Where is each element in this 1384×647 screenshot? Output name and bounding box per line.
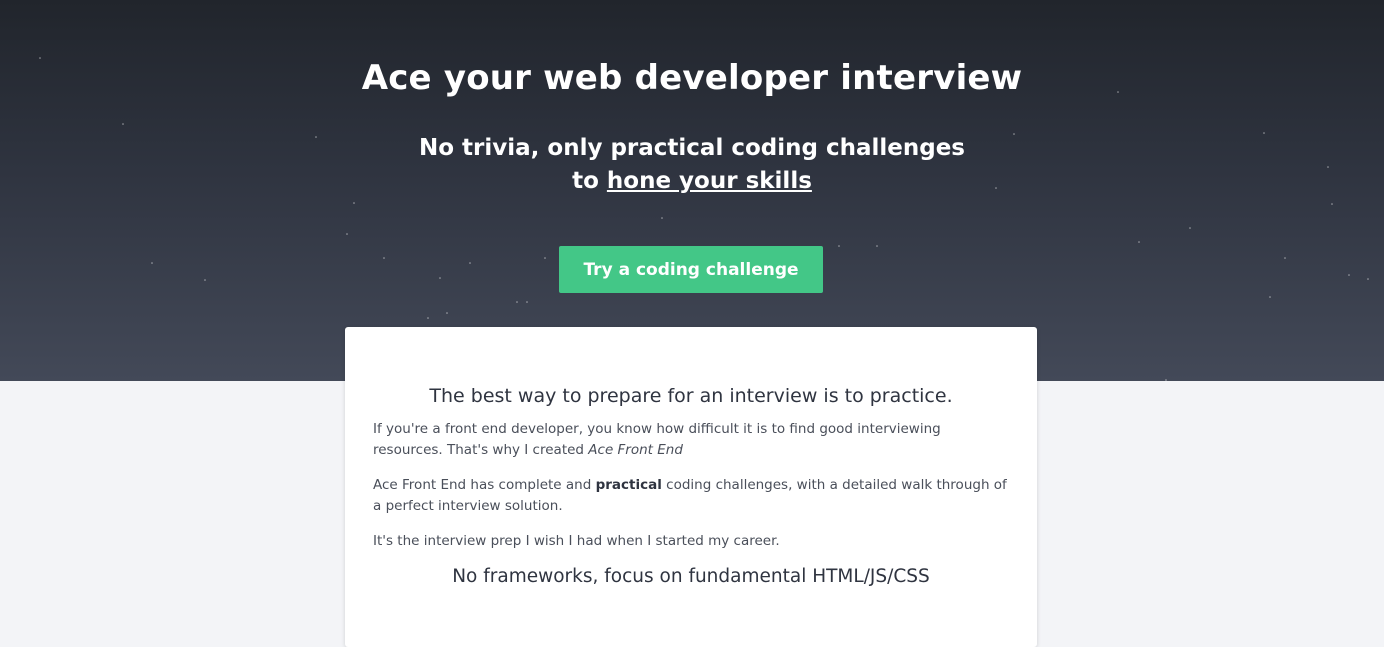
hero-subtitle-to: to <box>572 168 607 194</box>
intro-paragraph-2-before: Ace Front End has complete and <box>373 477 596 493</box>
practical-emphasis: practical <box>595 477 662 493</box>
intro-paragraph-1: If you're a front end developer, you kno… <box>373 419 1009 461</box>
intro-card: The best way to prepare for an interview… <box>345 327 1037 647</box>
hone-skills-link[interactable]: hone your skills <box>607 168 812 194</box>
product-name-emphasis: Ace Front End <box>588 442 683 458</box>
card-heading: The best way to prepare for an interview… <box>429 385 953 407</box>
try-coding-challenge-button[interactable]: Try a coding challenge <box>559 246 823 293</box>
hero-subtitle-line2: to hone your skills <box>0 165 1384 198</box>
hero-section: Ace your web developer interview No triv… <box>0 0 1384 381</box>
card-sub-heading: No frameworks, focus on fundamental HTML… <box>452 566 930 587</box>
hero-subtitle-line1: No trivia, only practical coding challen… <box>418 135 965 161</box>
hero-title: Ace your web developer interview <box>361 58 1023 98</box>
intro-paragraph-3: It's the interview prep I wish I had whe… <box>373 533 780 549</box>
intro-paragraph-2: Ace Front End has complete and practical… <box>373 475 1009 517</box>
hero-subtitle: No trivia, only practical coding challen… <box>0 132 1384 198</box>
